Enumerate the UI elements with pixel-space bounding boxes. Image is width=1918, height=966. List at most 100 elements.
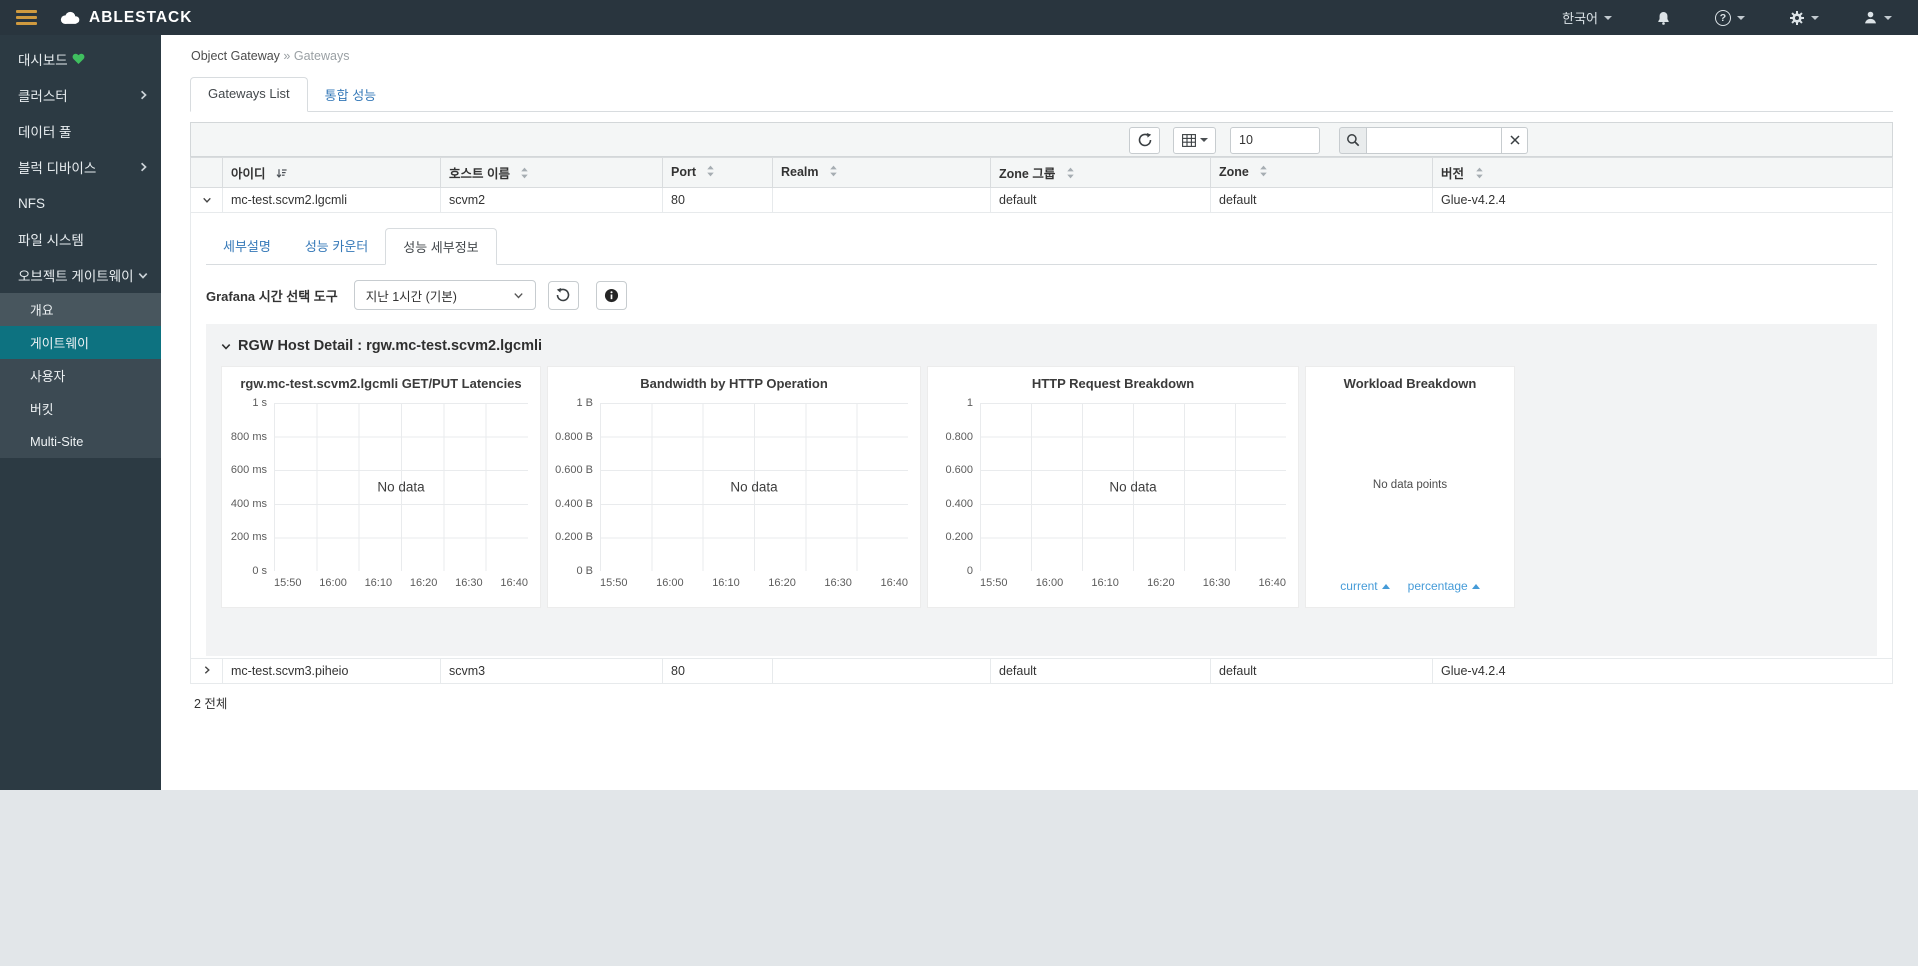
sidebar-subitem-overview[interactable]: 개요 (0, 293, 161, 326)
legend-label: percentage (1407, 579, 1468, 593)
search-icon (1346, 133, 1360, 147)
sidebar-subitem-label: 사용자 (30, 369, 66, 384)
refresh-button[interactable] (1129, 126, 1160, 154)
search-icon-button[interactable] (1339, 126, 1366, 154)
cell-realm (772, 187, 991, 213)
sidebar-item-data-pools[interactable]: 데이터 풀 (0, 113, 161, 149)
settings-menu[interactable] (1789, 10, 1819, 26)
user-menu[interactable] (1863, 10, 1892, 25)
sidebar-item-dashboard[interactable]: 대시보드 (0, 41, 161, 77)
y-tick: 1 (966, 397, 973, 409)
table-columns-icon (1181, 133, 1196, 147)
notifications-button[interactable] (1656, 10, 1671, 26)
x-tick: 16:40 (500, 577, 528, 589)
sidebar-subitem-label: Multi-Site (30, 434, 84, 449)
column-toggle-dropdown[interactable] (1173, 126, 1216, 154)
y-tick: 0.800 B (555, 430, 593, 443)
col-header-zone[interactable]: Zone (1210, 157, 1433, 188)
menu-toggle-icon[interactable] (16, 7, 38, 28)
sidebar-subitem-multisite[interactable]: Multi-Site (0, 425, 161, 458)
sidebar-item-label: 블럭 디바이스 (18, 161, 97, 176)
table-row[interactable]: mc-test.scvm3.piheio scvm3 80 default de… (190, 658, 1893, 684)
sidebar-subitem-buckets[interactable]: 버킷 (0, 392, 161, 425)
sidebar-subitem-gateways[interactable]: 게이트웨이 (0, 326, 161, 359)
sidebar-item-label: 파일 시스템 (18, 233, 84, 248)
page-size-input[interactable] (1230, 126, 1320, 154)
x-tick: 16:40 (1258, 577, 1286, 589)
x-tick: 16:10 (712, 577, 740, 589)
chevron-down-icon (1604, 15, 1612, 20)
chart-panel-bandwidth: Bandwidth by HTTP Operation 1 B 0.800 B … (547, 366, 921, 608)
chevron-down-icon (1199, 138, 1208, 142)
sidebar: 대시보드 클러스터 데이터 풀 블럭 디바이스 NFS 파일 시스템 오브젝트 … (0, 35, 161, 790)
col-header-port[interactable]: Port (662, 157, 773, 188)
chevron-down-icon (221, 342, 231, 351)
chevron-right-icon (139, 162, 148, 172)
brand-logo[interactable]: ABLESTACK (58, 9, 192, 27)
sidebar-item-cluster[interactable]: 클러스터 (0, 77, 161, 113)
cell-host: scvm2 (440, 187, 663, 213)
language-menu[interactable]: 한국어 (1562, 8, 1612, 27)
grafana-reset-time-button[interactable] (547, 280, 579, 310)
info-icon (604, 288, 619, 303)
y-axis: 1 0.800 0.600 0.400 0.200 0 (928, 397, 980, 577)
tab-overall-performance[interactable]: 통합 성능 (308, 77, 393, 112)
sort-icon (1475, 167, 1484, 182)
sidebar-item-filesystems[interactable]: 파일 시스템 (0, 221, 161, 257)
sort-icon (1259, 165, 1268, 180)
y-axis: 1 B 0.800 B 0.600 B 0.400 B 0.200 B 0 B (548, 397, 600, 577)
chart-title: HTTP Request Breakdown (1031, 376, 1195, 391)
clear-search-button[interactable] (1502, 126, 1528, 154)
screen: ABLESTACK 한국어 ? 대시보드 클러스터 데이터 풀 블럭 디바이스 … (0, 0, 1918, 966)
y-tick: 400 ms (230, 497, 267, 510)
col-header-hostname[interactable]: 호스트 이름 (440, 157, 663, 188)
sort-icon (706, 165, 715, 180)
grafana-info-button[interactable] (595, 280, 627, 310)
search-input[interactable] (1366, 126, 1502, 154)
sidebar-subitem-users[interactable]: 사용자 (0, 359, 161, 392)
row-expand-toggle[interactable] (190, 658, 223, 684)
breadcrumb-separator: » (283, 49, 291, 63)
detail-tabs: 세부설명 성능 카운터 성능 세부정보 (206, 228, 1877, 265)
main-tabs: Gateways List 통합 성능 (190, 77, 1893, 112)
legend-sort-percentage[interactable]: percentage (1408, 579, 1480, 593)
sidebar-item-object-gateway[interactable]: 오브젝트 게이트웨이 (0, 257, 161, 293)
health-heart-icon (72, 53, 85, 65)
cell-id: mc-test.scvm2.lgcmli (222, 187, 441, 213)
rgw-host-detail-header[interactable]: RGW Host Detail : rgw.mc-test.scvm2.lgcm… (217, 334, 1877, 366)
x-tick: 16:00 (319, 577, 347, 589)
y-tick: 0.200 (945, 531, 973, 544)
col-header-label: 아이디 (231, 167, 266, 181)
col-header-id[interactable]: 아이디 (222, 157, 441, 188)
x-tick: 16:20 (1147, 577, 1175, 589)
cell-version: Glue-v4.2.4 (1432, 187, 1893, 213)
chart-plot-area: No data (600, 403, 908, 571)
table-row[interactable]: mc-test.scvm2.lgcmli scvm2 80 default de… (190, 187, 1893, 213)
grafana-time-label: Grafana 시간 선택 도구 (206, 288, 338, 304)
y-tick: 0.600 (945, 464, 973, 477)
detail-tab-details[interactable]: 세부설명 (206, 228, 288, 265)
sidebar-item-block-devices[interactable]: 블럭 디바이스 (0, 149, 161, 185)
help-menu[interactable]: ? (1715, 9, 1745, 26)
col-header-zone-group[interactable]: Zone 그룹 (990, 157, 1211, 188)
chevron-down-icon (138, 271, 148, 280)
detail-tab-performance-counters[interactable]: 성능 카운터 (288, 228, 385, 265)
brand-name: ABLESTACK (89, 8, 193, 26)
sidebar-item-nfs[interactable]: NFS (0, 185, 161, 221)
x-tick: 16:30 (824, 577, 852, 589)
x-tick: 16:30 (455, 577, 483, 589)
time-range-select[interactable]: 지난 1시간 (기본) (353, 280, 536, 310)
tab-gateways-list[interactable]: Gateways List (190, 77, 308, 112)
y-tick: 1 s (252, 397, 267, 409)
sidebar-subitem-label: 게이트웨이 (30, 336, 89, 351)
detail-tab-performance-details[interactable]: 성능 세부정보 (385, 228, 497, 265)
cell-port: 80 (662, 187, 773, 213)
col-header-label: Port (671, 165, 696, 179)
row-collapse-toggle[interactable] (190, 187, 223, 213)
legend-sort-current[interactable]: current (1340, 579, 1390, 593)
grafana-controls: Grafana 시간 선택 도구 지난 1시간 (기본) (206, 280, 1877, 310)
col-header-version[interactable]: 버전 (1432, 157, 1893, 188)
col-header-realm[interactable]: Realm (772, 157, 991, 188)
x-tick: 16:00 (1035, 577, 1064, 589)
chart-plot-area: No data (980, 403, 1286, 571)
